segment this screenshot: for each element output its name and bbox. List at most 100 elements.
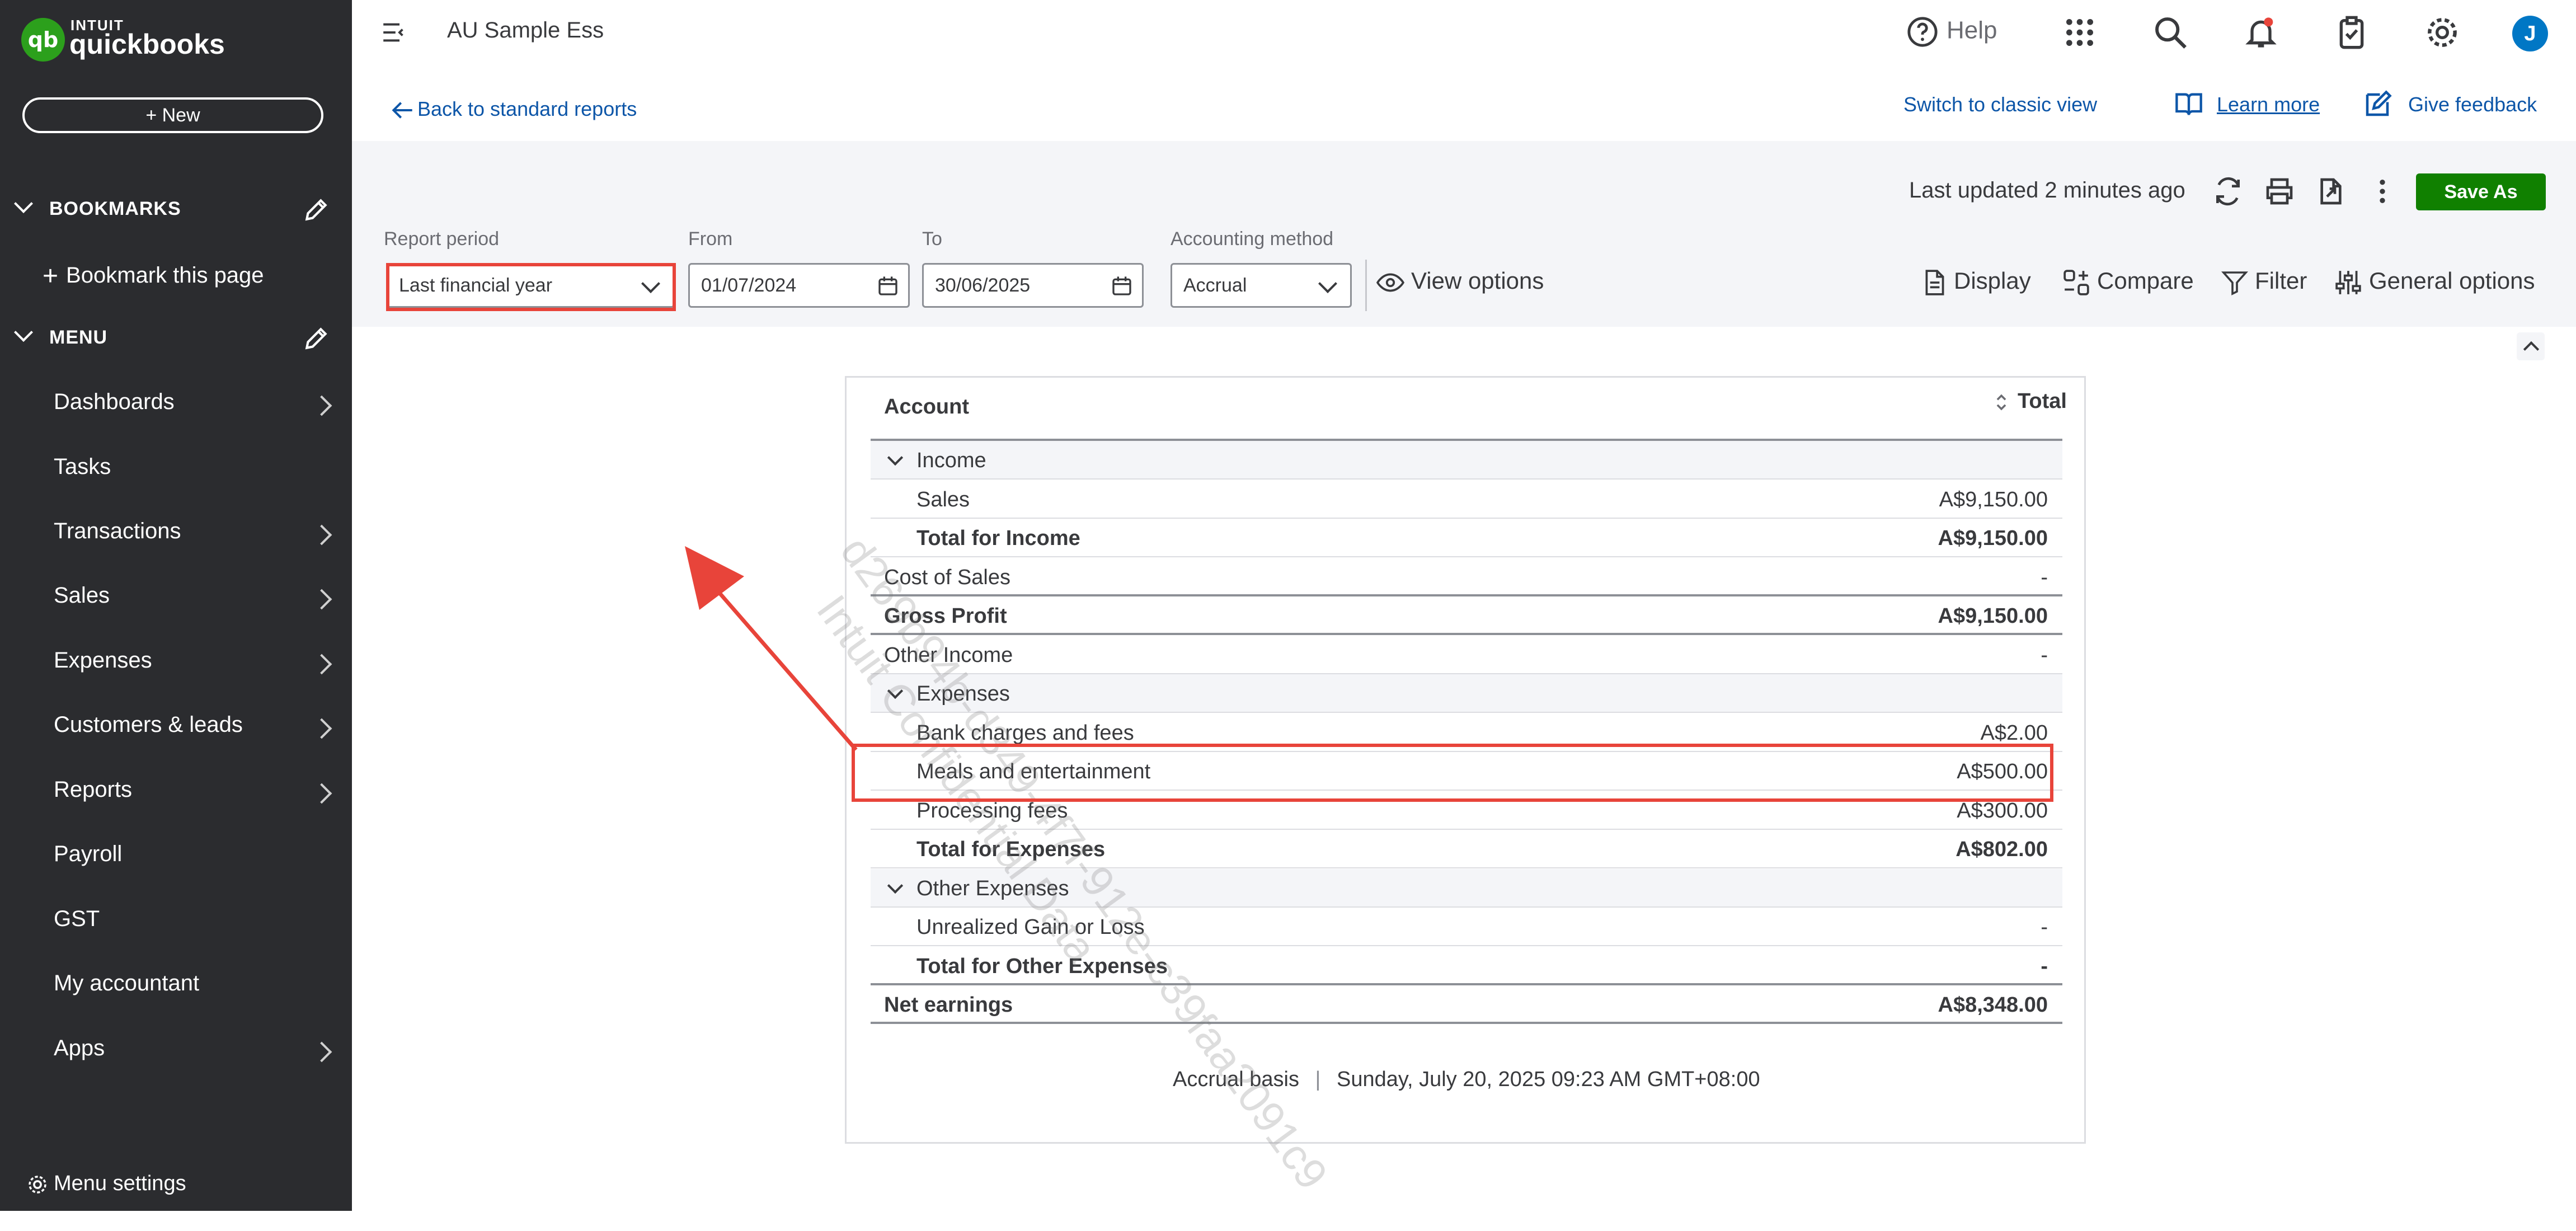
display-button[interactable]: Display	[1922, 267, 2031, 297]
refresh-icon[interactable]	[2212, 176, 2244, 207]
from-date-input[interactable]: 01/07/2024	[688, 263, 910, 308]
bookmarks-header[interactable]: BOOKMARKS	[14, 194, 181, 220]
view-options-button[interactable]: View options	[1376, 267, 1544, 294]
bookmark-this-page[interactable]: + Bookmark this page	[43, 259, 264, 291]
new-button[interactable]: + New	[22, 97, 323, 133]
sidebar-item-reports[interactable]: Reports	[54, 777, 132, 802]
row-value[interactable]: -	[2041, 915, 2048, 939]
sidebar-item-apps[interactable]: Apps	[54, 1036, 105, 1061]
chevron-down-icon[interactable]	[887, 877, 904, 894]
collapse-toolbar-button[interactable]	[2517, 332, 2545, 360]
general-options-button[interactable]: General options	[2334, 267, 2535, 297]
row-value[interactable]: -	[2041, 643, 2048, 668]
report-row-total-for-income[interactable]: Total for Income A$9,150.00	[871, 519, 2062, 557]
compare-icon	[2063, 270, 2089, 295]
more-options-icon[interactable]	[2372, 176, 2392, 207]
filter-button[interactable]: Filter	[2221, 267, 2307, 297]
report-row-cost-of-sales[interactable]: Cost of Sales -	[871, 558, 2062, 596]
row-value[interactable]: A$2.00	[1981, 721, 2048, 745]
row-value[interactable]: -	[2041, 955, 2048, 979]
report-row-net-earnings[interactable]: Net earnings A$8,348.00	[871, 985, 2062, 1024]
row-label: Net earnings	[884, 993, 1013, 1017]
from-date-value: 01/07/2024	[701, 275, 797, 296]
logo-quickbooks-text: quickbooks	[69, 29, 225, 60]
annotation-arrow-icon	[685, 546, 858, 751]
view-options-label: View options	[1411, 267, 1544, 294]
column-header-account[interactable]: Account	[884, 395, 969, 419]
chevron-right-icon	[311, 395, 332, 416]
sidebar: qb INTUIT quickbooks + New BOOKMARKS + Bo…	[0, 0, 352, 1211]
save-as-button[interactable]: Save As	[2416, 173, 2546, 210]
compare-button[interactable]: Compare	[2062, 267, 2194, 297]
apps-grid-icon[interactable]	[2062, 15, 2098, 50]
chevron-right-icon	[311, 718, 332, 739]
report-toolbar	[352, 141, 2576, 327]
row-value[interactable]: A$8,348.00	[1938, 993, 2048, 1017]
report-row-expenses[interactable]: Expenses	[871, 674, 2062, 713]
row-value[interactable]: A$802.00	[1955, 838, 2048, 862]
document-icon	[1925, 270, 1944, 295]
row-value[interactable]: A$9,150.00	[1938, 604, 2048, 628]
print-icon[interactable]	[2264, 176, 2295, 207]
gear-icon	[29, 1176, 46, 1194]
help-icon	[1907, 17, 1938, 47]
sidebar-item-dashboards[interactable]: Dashboards	[54, 389, 175, 415]
give-feedback-link[interactable]: Give feedback	[2408, 93, 2537, 116]
sidebar-item-transactions[interactable]: Transactions	[54, 519, 181, 544]
row-value[interactable]: A$300.00	[1957, 799, 2048, 823]
report-row-gross-profit[interactable]: Gross Profit A$9,150.00	[871, 596, 2062, 635]
row-label: Income	[916, 449, 986, 472]
chevron-down-icon	[14, 194, 33, 213]
report-row-sales[interactable]: Sales A$9,150.00	[871, 480, 2062, 519]
help-label: Help	[1947, 16, 1997, 44]
back-to-standard-reports-link[interactable]: Back to standard reports	[392, 97, 637, 121]
calendar-icon[interactable]	[1111, 275, 1133, 297]
chevron-down-icon	[1318, 274, 1337, 293]
sidebar-item-payroll[interactable]: Payroll	[54, 842, 122, 867]
highlight-report-period	[386, 263, 676, 311]
gear-icon[interactable]	[2424, 15, 2460, 50]
sidebar-item-my-accountant[interactable]: My accountant	[54, 971, 199, 996]
bell-icon[interactable]	[2243, 15, 2279, 50]
chevron-down-icon[interactable]	[887, 449, 904, 466]
report-row-other-income[interactable]: Other Income -	[871, 636, 2062, 674]
chevron-down-icon	[14, 323, 33, 342]
column-header-total[interactable]: Total	[1994, 389, 2067, 414]
row-value[interactable]: A$9,150.00	[1938, 527, 2048, 551]
company-name: AU Sample Ess	[447, 18, 604, 43]
sidebar-item-sales[interactable]: Sales	[54, 583, 110, 608]
sidebar-item-tasks[interactable]: Tasks	[54, 454, 111, 480]
row-value[interactable]: -	[2041, 566, 2048, 590]
help-button[interactable]: Help	[1906, 16, 1997, 48]
menu-icon[interactable]	[382, 22, 407, 43]
quickbooks-logo-icon[interactable]: qb	[21, 18, 65, 62]
general-options-label: General options	[2369, 267, 2535, 294]
report-row-income[interactable]: Income	[871, 441, 2062, 480]
chevron-up-icon	[2523, 341, 2540, 358]
chevron-right-icon	[311, 1041, 332, 1063]
edit-bookmarks-pencil-icon[interactable]	[302, 196, 330, 224]
row-value[interactable]: A$9,150.00	[1939, 488, 2048, 512]
avatar[interactable]: J	[2512, 16, 2548, 51]
menu-header-label: MENU	[49, 327, 108, 348]
to-date-value: 30/06/2025	[935, 275, 1031, 296]
menu-settings-button[interactable]: Menu settings	[26, 1172, 186, 1196]
arrow-left-icon	[392, 102, 412, 119]
sidebar-item-expenses[interactable]: Expenses	[54, 648, 152, 673]
logo-mark-text: qb	[27, 27, 59, 52]
learn-more-link[interactable]: Learn more	[2217, 93, 2320, 116]
footer-date: Sunday, July 20, 2025 09:23 AM GMT+08:00	[1336, 1068, 1760, 1091]
sidebar-item-customers-leads[interactable]: Customers & leads	[54, 712, 243, 737]
calendar-icon[interactable]	[877, 275, 899, 297]
export-icon[interactable]	[2315, 176, 2347, 207]
edit-menu-pencil-icon[interactable]	[302, 325, 330, 353]
bookmark-this-page-label: Bookmark this page	[66, 263, 264, 288]
clipboard-icon[interactable]	[2334, 15, 2370, 50]
top-header: AU Sample Ess Help J	[352, 0, 2576, 67]
to-date-input[interactable]: 30/06/2025	[922, 263, 1144, 308]
switch-to-classic-view-link[interactable]: Switch to classic view	[1903, 93, 2097, 116]
menu-header[interactable]: MENU	[14, 323, 108, 349]
search-icon[interactable]	[2152, 15, 2188, 50]
accounting-method-select[interactable]: Accrual	[1171, 263, 1352, 308]
sidebar-item-gst[interactable]: GST	[54, 906, 100, 932]
